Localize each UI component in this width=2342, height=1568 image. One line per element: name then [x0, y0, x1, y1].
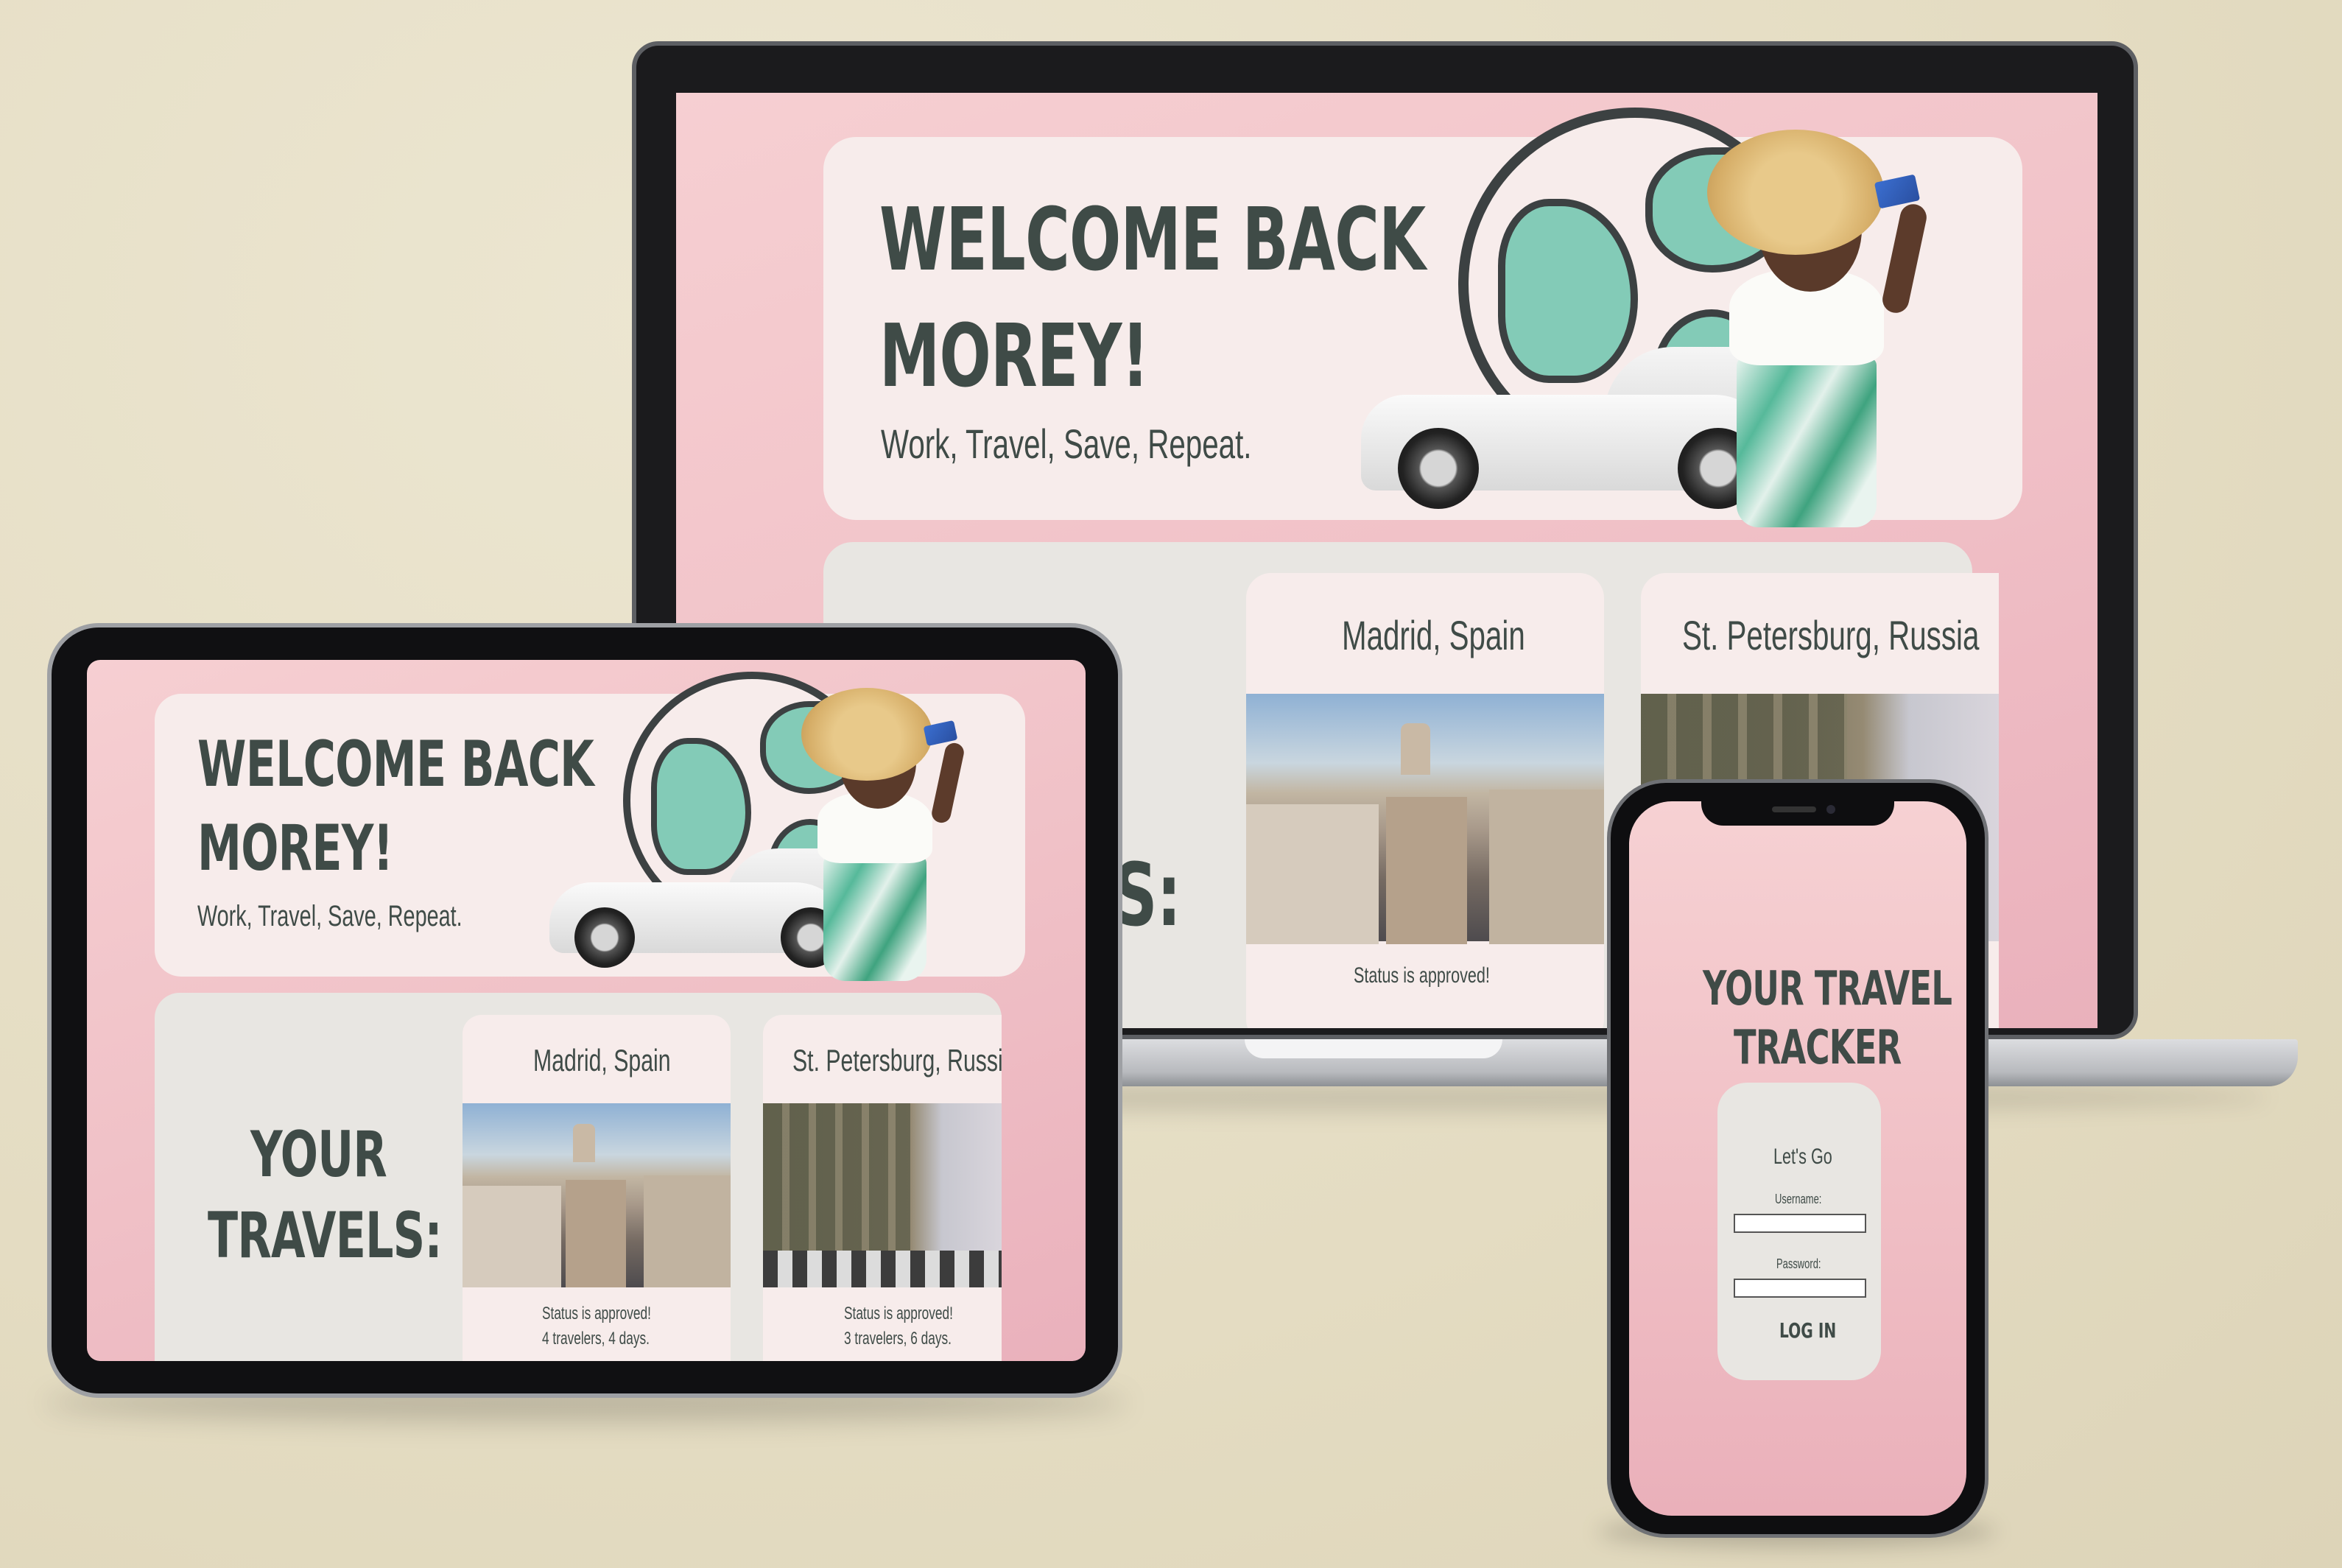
travel-card-details: 3 travelers, 6 days. [844, 1329, 952, 1349]
login-form: Let's Go Username: Password: LOG IN [1717, 1083, 1881, 1380]
madrid-photo [463, 1103, 731, 1287]
hero-panel: WELCOME BACK MOREY! Work, Travel, Save, … [823, 108, 2022, 527]
welcome-title-line1: WELCOME BACK [197, 728, 594, 801]
travel-card-title: St. Petersburg, Russia [792, 1043, 1002, 1077]
travel-card-st-petersburg[interactable]: St. Petersburg, Russia Status is approve… [763, 1015, 1002, 1361]
travel-card-status: Status is approved! [1354, 963, 1490, 988]
welcome-title-line2: MOREY! [197, 812, 393, 885]
traveler-arm [1879, 201, 1930, 316]
traveler-hat [801, 688, 932, 781]
travel-card-title: Madrid, Spain [533, 1043, 671, 1077]
madrid-photo [1246, 694, 1604, 944]
laptop-trackpad-notch [1245, 1039, 1502, 1058]
tablet-screen: WELCOME BACK MOREY! Work, Travel, Save, … [87, 660, 1086, 1361]
phone-notch [1701, 798, 1894, 826]
login-button[interactable]: LOG IN [1779, 1318, 1836, 1343]
traveler-arm [929, 741, 966, 825]
travels-heading-partial: S: [1114, 844, 1181, 946]
travels-panel: YOUR TRAVELS: Madrid, Spain Status is ap… [155, 993, 1002, 1361]
traveler-skirt [823, 856, 926, 981]
traveler-hat [1707, 130, 1884, 255]
car-wheel [1398, 428, 1479, 509]
phone-screen: YOUR TRAVEL TRACKER Let's Go Username: P… [1629, 801, 1966, 1516]
st-petersburg-photo [763, 1103, 1002, 1287]
travel-card-madrid[interactable]: Madrid, Spain Status is approved! [1246, 573, 1604, 1028]
car-wheel [574, 907, 635, 968]
travel-card-details: 4 travelers, 4 days. [542, 1329, 650, 1349]
welcome-title-line2: MOREY! [879, 305, 1149, 407]
login-title-line1: YOUR TRAVEL [1703, 962, 1952, 1016]
username-label: Username: [1775, 1192, 1822, 1206]
username-input[interactable] [1734, 1214, 1866, 1233]
travel-card-title: Madrid, Spain [1342, 612, 1525, 658]
travel-card-status: Status is approved! [844, 1304, 953, 1323]
travels-heading-line1: YOUR [250, 1118, 387, 1192]
travel-card-status: Status is approved! [542, 1304, 651, 1323]
travels-heading-line2: TRAVELS: [208, 1199, 443, 1273]
traveler-skirt [1737, 358, 1877, 527]
hero-tagline: Work, Travel, Save, Repeat. [197, 900, 463, 932]
hero-tagline: Work, Travel, Save, Repeat. [881, 421, 1252, 467]
travel-card-title: St. Petersburg, Russia [1682, 612, 1980, 658]
login-title-line2: TRACKER [1734, 1021, 1902, 1075]
login-subtitle: Let's Go [1773, 1145, 1832, 1169]
password-label: Password: [1776, 1256, 1821, 1271]
welcome-title-line1: WELCOME BACK [879, 189, 1426, 290]
hero-panel: WELCOME BACK MOREY! Work, Travel, Save, … [155, 672, 1025, 981]
password-input[interactable] [1734, 1279, 1866, 1298]
travel-card-madrid[interactable]: Madrid, Spain Status is approved! 4 trav… [463, 1015, 731, 1361]
